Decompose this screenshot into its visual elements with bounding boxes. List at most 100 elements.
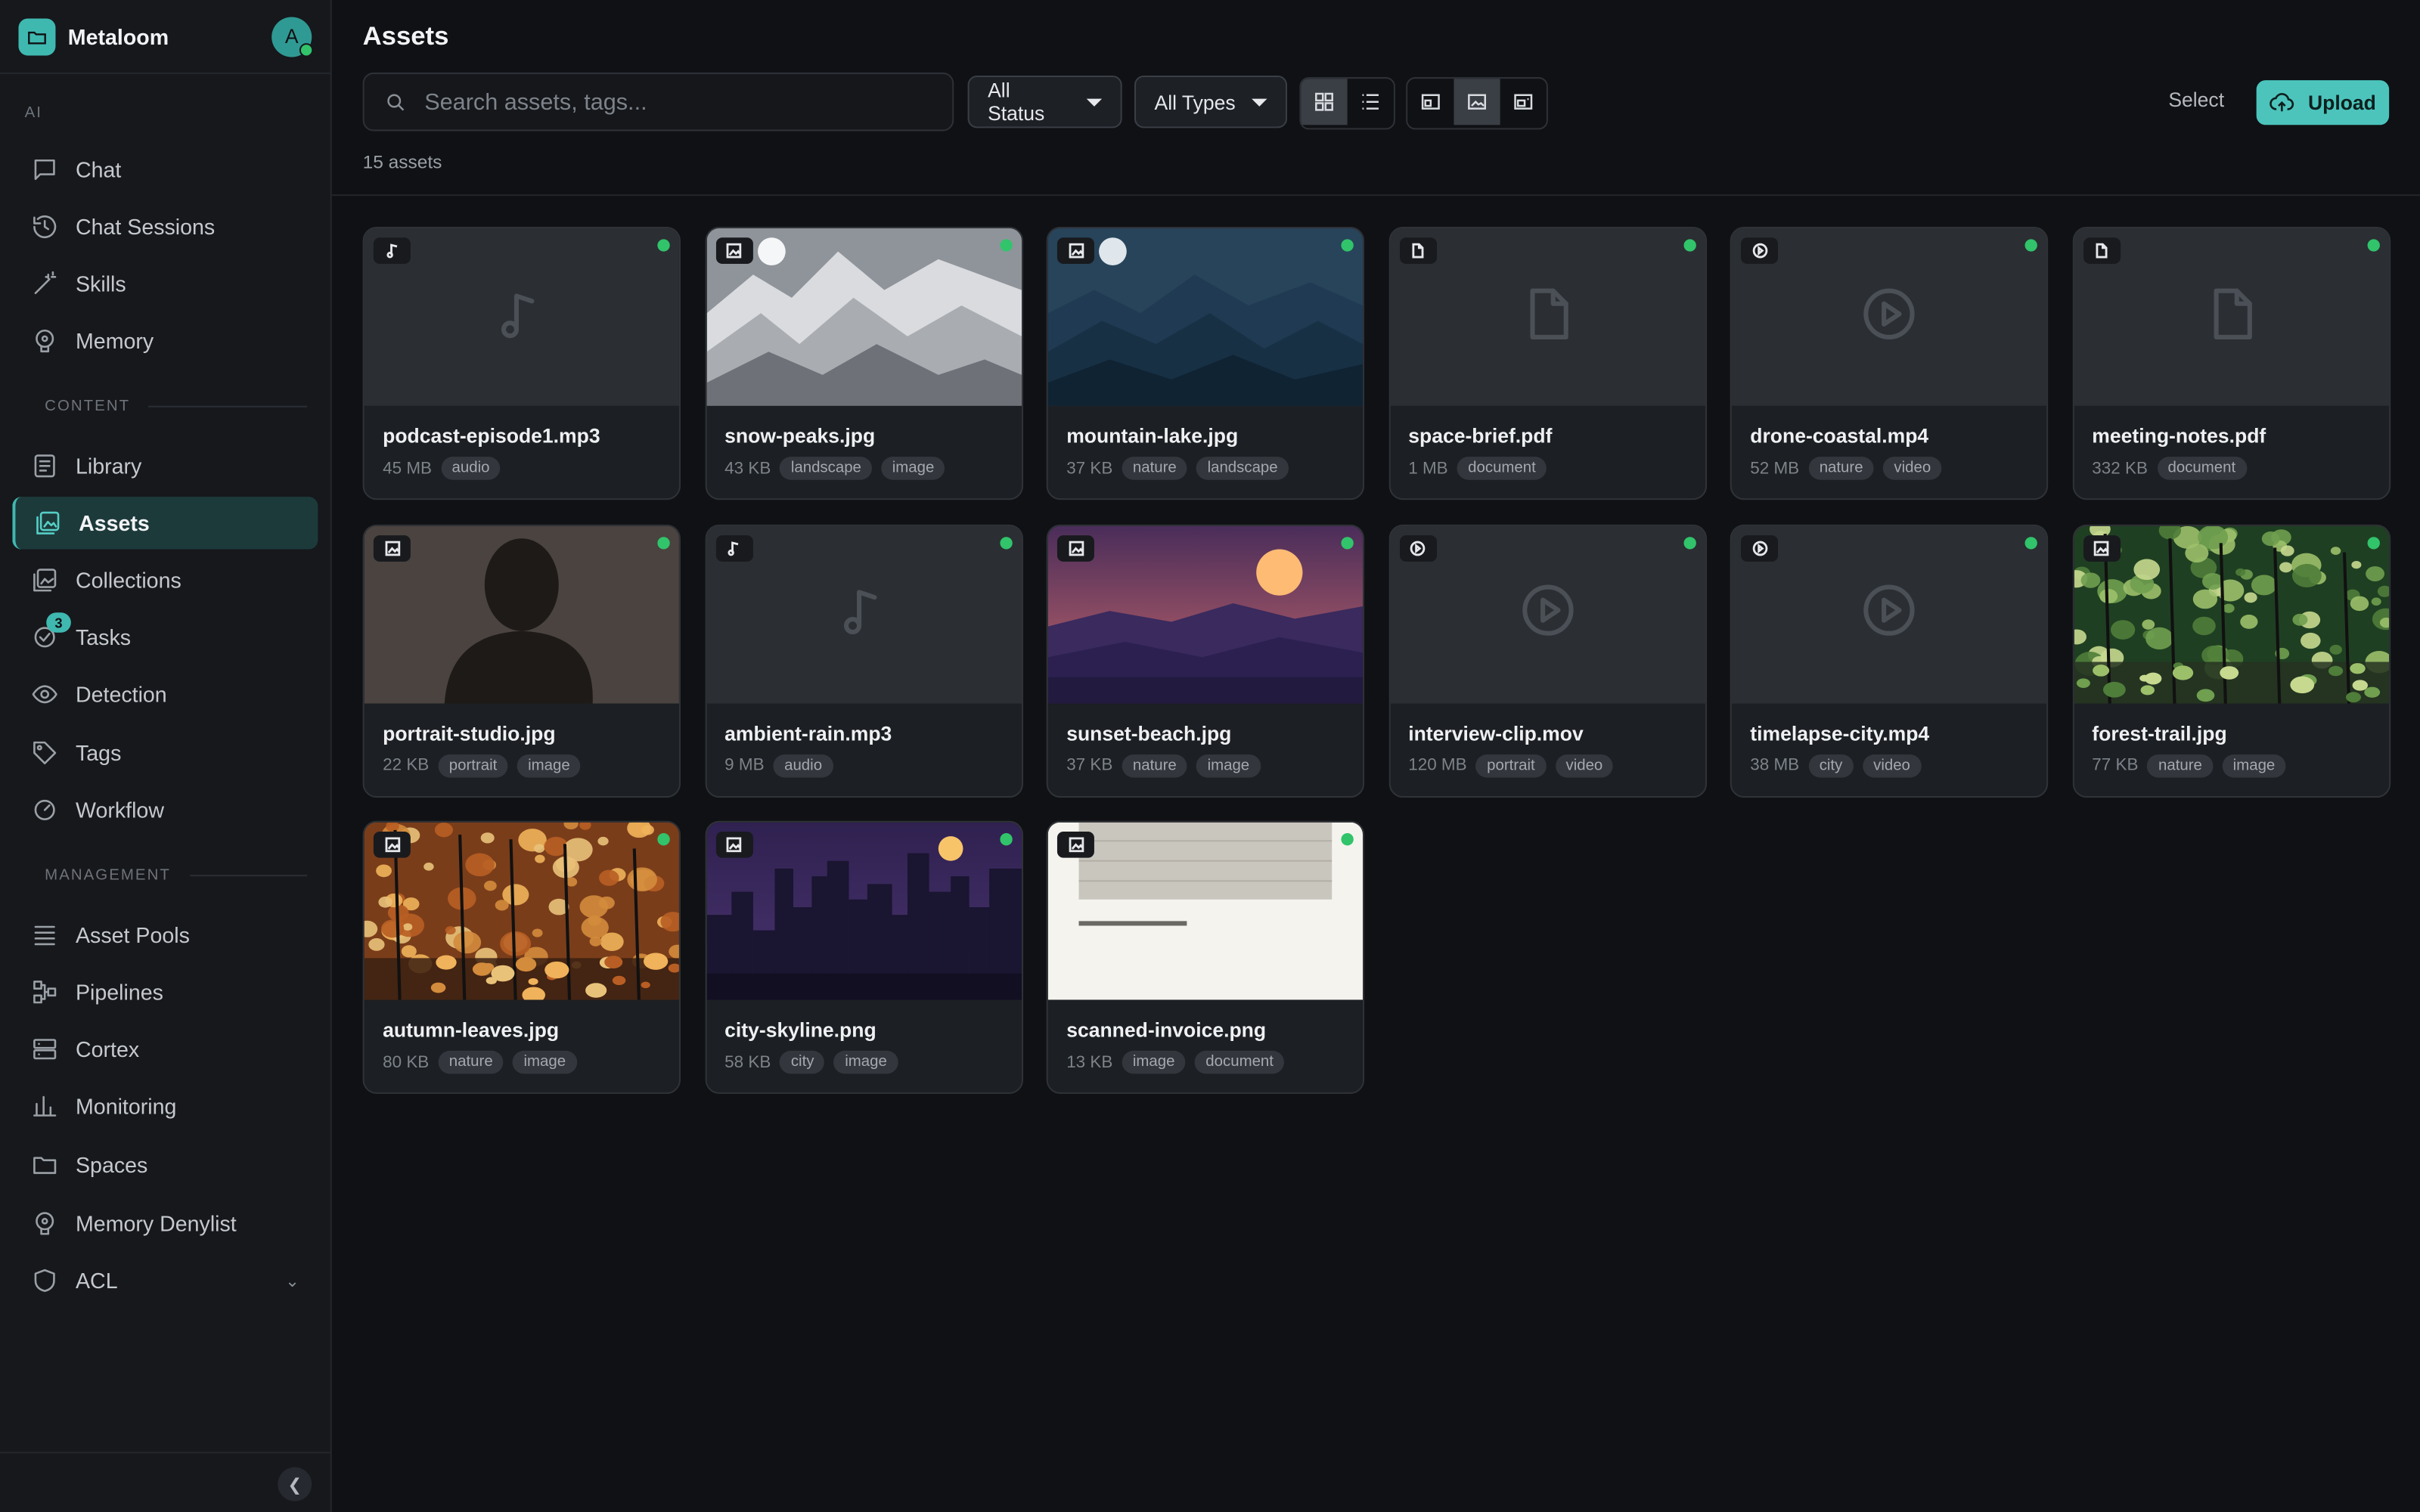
asset-card[interactable]: drone-coastal.mp4 52 MB nature video [1730, 226, 2049, 500]
thumb-small-button[interactable] [1407, 79, 1454, 125]
asset-meta: 37 KB nature landscape [1066, 457, 1289, 480]
asset-tag[interactable]: landscape [1196, 457, 1289, 480]
music-icon [833, 579, 895, 649]
asset-tag[interactable]: nature [1122, 753, 1188, 777]
asset-thumbnail [1731, 228, 2047, 406]
brand-header: Metaloom A [0, 0, 330, 74]
asset-meta: 43 KB landscape image [724, 457, 945, 480]
thumb-small-icon [1421, 94, 1440, 110]
sidebar-item-memory[interactable]: Memory [12, 314, 318, 367]
sidebar-item-asset-pools[interactable]: Asset Pools [12, 909, 318, 961]
asset-name: interview-clip.mov [1408, 721, 1584, 745]
section-label-management: MANAGEMENT [45, 867, 307, 884]
asset-card[interactable]: scanned-invoice.png 13 KB image document [1046, 820, 1365, 1094]
asset-tag[interactable]: image [1122, 1050, 1186, 1074]
upload-button[interactable]: Upload [2256, 80, 2390, 125]
asset-tag[interactable]: city [780, 1050, 825, 1074]
asset-name: forest-trail.jpg [2092, 721, 2227, 745]
sidebar-item-collections[interactable]: Collections [12, 554, 318, 606]
asset-tag[interactable]: city [1808, 753, 1854, 777]
asset-tag[interactable]: nature [438, 1050, 504, 1074]
asset-tag[interactable]: document [2157, 457, 2247, 480]
asset-tag[interactable]: nature [2147, 753, 2214, 777]
asset-card[interactable]: snow-peaks.jpg 43 KB landscape image [704, 226, 1023, 500]
status-filter-dropdown[interactable]: All Status [967, 75, 1122, 129]
sidebar-item-chat[interactable]: Chat [12, 144, 318, 196]
asset-tag[interactable]: image [833, 1050, 898, 1074]
asset-tag[interactable]: image [1196, 753, 1261, 777]
select-button[interactable]: Select [2168, 88, 2224, 111]
asset-tag[interactable]: video [1862, 753, 1922, 777]
status-indicator [999, 239, 1012, 252]
asset-tag[interactable]: audio [441, 457, 501, 480]
online-status-dot [299, 42, 314, 57]
asset-card[interactable]: forest-trail.jpg 77 KB nature image [2071, 523, 2391, 798]
sidebar-item-label: Tags [75, 740, 122, 766]
collapse-sidebar-button[interactable]: ❮ [278, 1467, 312, 1501]
asset-card[interactable]: ambient-rain.mp3 9 MB audio [704, 523, 1023, 798]
sidebar-item-memory-denylist[interactable]: Memory Denylist [12, 1198, 318, 1250]
caret-down-icon [1251, 98, 1267, 106]
file-icon [2083, 237, 2121, 264]
sidebar-item-library[interactable]: Library [12, 440, 318, 492]
tag-icon [33, 741, 57, 764]
asset-tag[interactable]: audio [773, 753, 833, 777]
asset-card[interactable]: timelapse-city.mp4 38 MB city video [1730, 523, 2049, 798]
sidebar-item-skills[interactable]: Skills [12, 258, 318, 310]
status-indicator [1341, 833, 1354, 846]
asset-tag[interactable]: image [517, 753, 582, 777]
asset-tag[interactable]: document [1457, 457, 1547, 480]
play-circle-icon [1858, 579, 1920, 649]
asset-card[interactable]: sunset-beach.jpg 37 KB nature image [1046, 523, 1365, 798]
sidebar-item-spaces[interactable]: Spaces [12, 1139, 318, 1191]
asset-tag[interactable]: image [881, 457, 945, 480]
asset-tag[interactable]: portrait [1475, 753, 1546, 777]
asset-card[interactable]: space-brief.pdf 1 MB document [1388, 226, 1707, 500]
sidebar-item-tasks[interactable]: 3 Tasks [12, 611, 318, 663]
thumb-large-button[interactable] [1500, 79, 1547, 125]
asset-thumbnail [1047, 822, 1364, 1000]
asset-tag[interactable]: nature [1122, 457, 1188, 480]
asset-tag[interactable]: video [1555, 753, 1614, 777]
list-view-button[interactable] [1348, 79, 1394, 125]
asset-tag[interactable]: portrait [438, 753, 508, 777]
asset-tag[interactable]: video [1883, 457, 1942, 480]
avatar[interactable]: A [271, 16, 314, 57]
type-filter-dropdown[interactable]: All Types [1134, 75, 1288, 129]
sidebar: Metaloom A AI Chat Chat Sessions Skills … [0, 0, 332, 1512]
sidebar-item-detection[interactable]: Detection [12, 668, 318, 720]
sidebar-item-acl[interactable]: ACL ⌄ [12, 1254, 318, 1306]
asset-card[interactable]: podcast-episode1.mp3 45 MB audio [362, 226, 681, 500]
asset-card[interactable]: interview-clip.mov 120 MB portrait video [1388, 523, 1707, 798]
asset-card[interactable]: mountain-lake.jpg 37 KB nature landscape [1046, 226, 1365, 500]
sidebar-item-tags[interactable]: Tags [12, 727, 318, 779]
asset-tag[interactable]: nature [1808, 457, 1874, 480]
grid-view-button[interactable] [1301, 79, 1348, 125]
asset-tag[interactable]: landscape [780, 457, 873, 480]
sidebar-item-monitoring[interactable]: Monitoring [12, 1080, 318, 1132]
image-stack-icon [36, 511, 60, 534]
asset-card[interactable]: autumn-leaves.jpg 80 KB nature image [362, 820, 681, 1094]
asset-tag[interactable]: image [513, 1050, 577, 1074]
main-content: Assets All Status All Types [331, 0, 2420, 1512]
asset-card[interactable]: city-skyline.png 58 KB city image [704, 820, 1023, 1094]
asset-tag[interactable]: document [1195, 1050, 1285, 1074]
asset-card[interactable]: portrait-studio.jpg 22 KB portrait image [362, 523, 681, 798]
sidebar-item-cortex[interactable]: Cortex [12, 1023, 318, 1075]
chevron-down-icon[interactable]: ⌄ [285, 1271, 299, 1290]
asset-tag[interactable]: image [2222, 753, 2286, 777]
asset-size: 120 MB [1408, 755, 1467, 775]
sidebar-item-pipelines[interactable]: Pipelines [12, 966, 318, 1018]
sidebar-item-chat-sessions[interactable]: Chat Sessions [12, 200, 318, 253]
thumb-large-icon [1514, 94, 1533, 110]
thumb-medium-button[interactable] [1454, 79, 1500, 125]
sidebar-item-label: Asset Pools [75, 922, 190, 948]
app-name: Metaloom [67, 23, 169, 49]
shield-icon [34, 1269, 55, 1292]
asset-size: 77 KB [2092, 755, 2139, 775]
asset-size: 45 MB [383, 459, 433, 478]
sidebar-item-assets[interactable]: Assets [12, 497, 318, 550]
search-input[interactable] [421, 87, 922, 117]
asset-card[interactable]: meeting-notes.pdf 332 KB document [2071, 226, 2391, 500]
sidebar-item-workflow[interactable]: Workflow [12, 784, 318, 836]
